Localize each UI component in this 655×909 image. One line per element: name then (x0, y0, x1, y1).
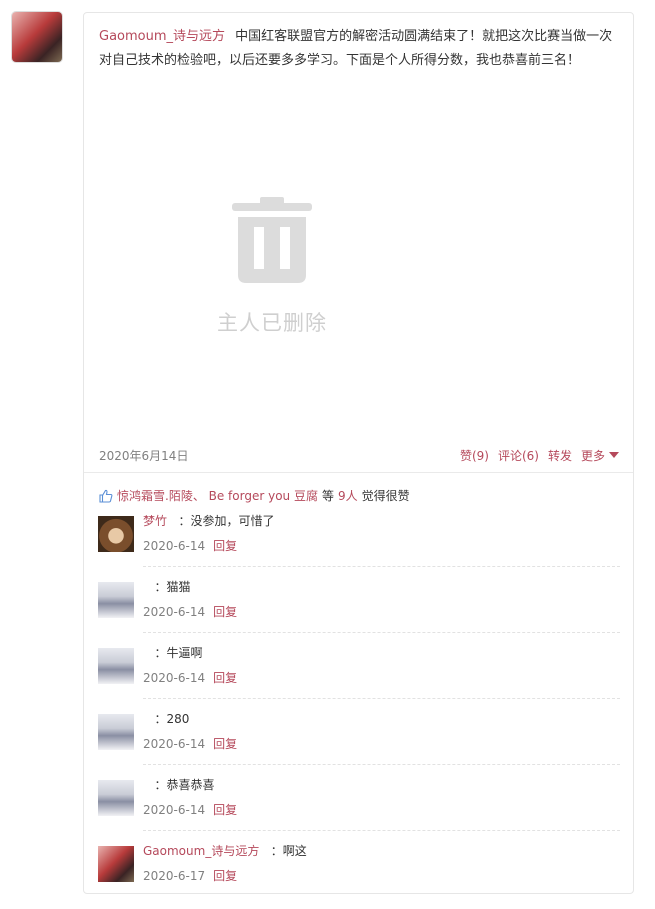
commenter-avatar[interactable] (98, 582, 134, 618)
comment-text: ：恭喜恭喜 (154, 778, 215, 792)
reply-link[interactable]: 回复 (213, 605, 237, 619)
likes-suffix: 觉得很赞 (361, 489, 410, 503)
comment-line: 梦竹 ：没参加，可惜了 (143, 513, 274, 529)
comment-separator (143, 566, 620, 567)
comment-text: ：牛逼啊 (154, 646, 203, 660)
reply-link[interactable]: 回复 (213, 737, 237, 751)
comment-text: ：猫猫 (154, 580, 191, 594)
more-label: 更多 (580, 449, 605, 463)
reply-link[interactable]: 回复 (213, 539, 237, 553)
commenter-avatar[interactable] (98, 714, 134, 750)
comment-separator (143, 698, 620, 699)
comment-line: Gaomoum_诗与远方 ：啊这 (143, 843, 307, 859)
comment-date: 2020-6-14 (143, 605, 206, 619)
comment-meta: 2020-6-14 回复 (143, 603, 237, 620)
comment-separator (143, 632, 620, 633)
more-button[interactable]: 更多 (581, 447, 619, 464)
comment-meta: 2020-6-14 回复 (143, 669, 237, 686)
reply-link[interactable]: 回复 (213, 671, 237, 685)
thumbs-up-icon (99, 489, 113, 503)
comment-item: ：牛逼啊 2020-6-14 回复 (98, 645, 620, 711)
comment-meta: 2020-6-17 回复 (143, 867, 237, 884)
comment-separator (143, 830, 620, 831)
liked-users-link[interactable]: 惊鸿霜雪.陌陵、 Be forger you 豆腐 (117, 487, 318, 504)
comment-item: ：280 2020-6-14 回复 (98, 711, 620, 777)
comment-line: ：猫猫 (143, 579, 190, 595)
comment-line: ：牛逼啊 (143, 645, 202, 661)
comment-item: Gaomoum_诗与远方 ：啊这 2020-6-17 回复 (98, 843, 620, 909)
post-body: Gaomoum_诗与远方 中国红客联盟官方的解密活动圆满结束了！就把这次比赛当做… (99, 25, 621, 73)
comment-line: ：恭喜恭喜 (143, 777, 214, 793)
comment-button[interactable]: 评论(6) (498, 447, 539, 464)
likes-summary: 惊鸿霜雪.陌陵、 Be forger you 豆腐 等 9人 觉得很赞 (99, 487, 410, 504)
share-button[interactable]: 转发 (548, 447, 572, 464)
comment-date: 2020-6-17 (143, 869, 206, 883)
divider (84, 472, 633, 473)
post-date: 2020年6月14日 (99, 449, 189, 463)
commenter-avatar[interactable] (98, 780, 134, 816)
commenter-name[interactable]: 梦竹 (143, 514, 167, 528)
post-actions: 赞(9) 评论(6) 转发 更多 (460, 447, 619, 464)
comment-meta: 2020-6-14 回复 (143, 537, 237, 554)
post-card: Gaomoum_诗与远方 中国红客联盟官方的解密活动圆满结束了！就把这次比赛当做… (83, 12, 634, 894)
commenter-avatar[interactable] (98, 648, 134, 684)
author-avatar[interactable] (12, 12, 62, 62)
comment-text: ：没参加，可惜了 (178, 514, 275, 528)
comment-item: 梦竹 ：没参加，可惜了 2020-6-14 回复 (98, 513, 620, 579)
reply-link[interactable]: 回复 (213, 803, 237, 817)
commenter-avatar[interactable] (98, 516, 134, 552)
likes-count-link[interactable]: 9人 (338, 487, 358, 504)
comment-text: ：啊这 (270, 844, 307, 858)
reply-link[interactable]: 回复 (213, 869, 237, 883)
deleted-label: 主人已删除 (217, 311, 327, 335)
comment-item: ：恭喜恭喜 2020-6-14 回复 (98, 777, 620, 843)
comment-date: 2020-6-14 (143, 803, 206, 817)
deleted-image-placeholder: 主人已删除 (202, 197, 342, 337)
trash-icon (232, 197, 312, 283)
comment-line: ：280 (143, 711, 189, 727)
likes-count-prefix: 等 (321, 489, 334, 503)
post-author-link[interactable]: Gaomoum_诗与远方 (99, 29, 225, 44)
comment-date: 2020-6-14 (143, 737, 206, 751)
comment-text: ：280 (154, 712, 190, 726)
comment-item: ：猫猫 2020-6-14 回复 (98, 579, 620, 645)
caret-down-icon (609, 452, 619, 458)
comment-meta: 2020-6-14 回复 (143, 735, 237, 752)
comment-date: 2020-6-14 (143, 671, 206, 685)
like-button[interactable]: 赞(9) (460, 447, 489, 464)
comment-date: 2020-6-14 (143, 539, 206, 553)
comment-meta: 2020-6-14 回复 (143, 801, 237, 818)
commenter-name[interactable]: Gaomoum_诗与远方 (143, 844, 259, 858)
comment-separator (143, 764, 620, 765)
